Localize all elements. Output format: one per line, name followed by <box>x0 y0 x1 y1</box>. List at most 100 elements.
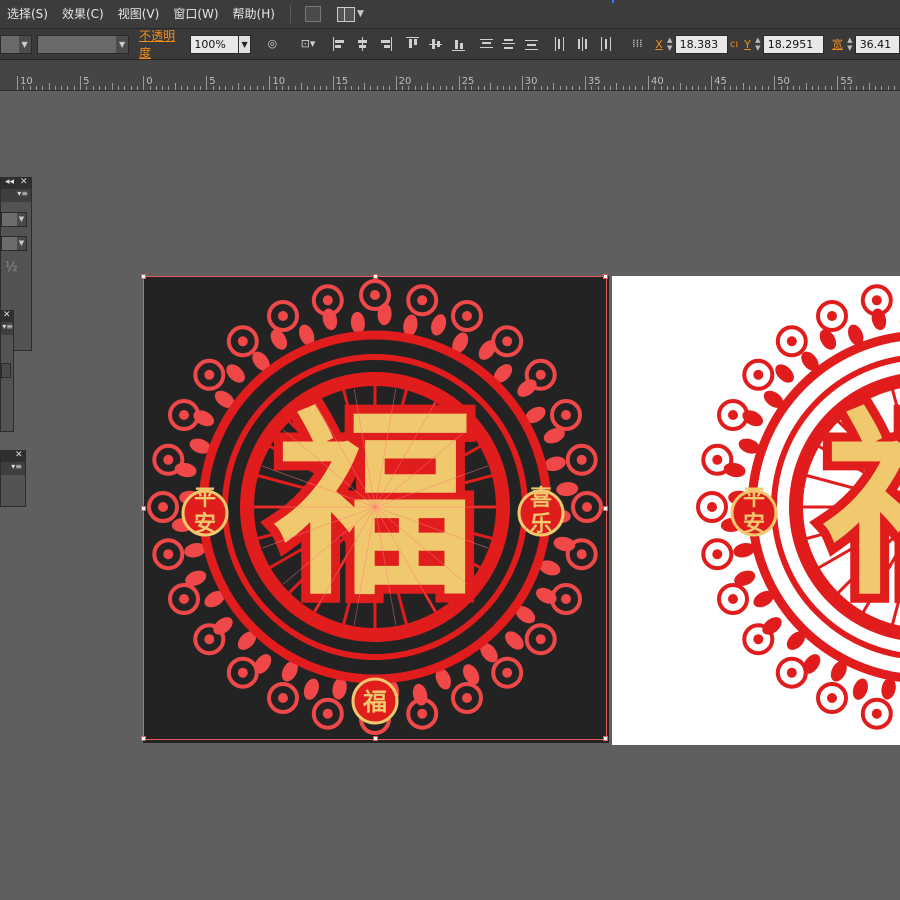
ruler-minor-tick <box>452 86 454 90</box>
ruler-minor-tick <box>629 86 631 90</box>
fill-swatch-dropdown[interactable]: ▼ <box>0 34 32 54</box>
ruler-minor-tick <box>742 83 744 90</box>
reference-point-icon[interactable]: ⁞⁞⁞ <box>630 37 644 51</box>
distribute-bottom-icon[interactable] <box>525 37 539 51</box>
ruler-minor-tick <box>591 86 593 90</box>
chevron-down-icon: ▼ <box>116 35 129 53</box>
x-input[interactable]: 18.383 <box>674 34 728 54</box>
align-left-icon[interactable] <box>332 37 346 51</box>
panel-2-field[interactable] <box>1 363 11 378</box>
ruler-major-tick <box>80 76 82 90</box>
x-label[interactable]: X <box>655 38 663 51</box>
close-icon[interactable]: ✕ <box>3 310 11 320</box>
ornament-dot <box>204 634 215 645</box>
ruler-minor-tick <box>660 86 662 90</box>
fu-artwork-selected[interactable]: 福福平安喜乐福 <box>143 276 609 743</box>
ruler-label: 10 <box>20 76 33 87</box>
ruler-minor-tick <box>61 86 63 90</box>
distribute-right-icon[interactable] <box>599 37 612 51</box>
ruler-minor-tick <box>509 86 511 90</box>
ruler-minor-tick <box>174 83 176 90</box>
ornament-dot <box>827 693 837 703</box>
style-dropdown[interactable]: ▼ <box>36 34 130 54</box>
ruler-minor-tick <box>86 86 88 90</box>
ruler-minor-tick <box>218 86 220 90</box>
ornament-dot <box>753 369 764 380</box>
panel-1-dropdown-a[interactable]: ▼ <box>1 212 27 227</box>
floral-petal <box>431 314 447 336</box>
panel-menu-icon[interactable]: ▾≡ <box>17 189 28 198</box>
ruler-minor-tick <box>849 86 851 90</box>
artboard-white[interactable]: 福福平安喜乐福 <box>612 276 900 745</box>
ornament-dot <box>728 594 738 604</box>
ornament-dot <box>576 454 587 465</box>
distribute-left-icon[interactable] <box>553 37 566 51</box>
menu-separator <box>289 5 291 23</box>
ruler-minor-tick <box>294 86 296 90</box>
ruler-minor-tick <box>868 83 870 90</box>
menu-select[interactable]: 选择(S) <box>0 0 55 28</box>
distribute-center-icon[interactable] <box>502 37 516 51</box>
ruler-minor-tick <box>793 86 795 90</box>
align-middle-icon[interactable] <box>429 37 443 51</box>
align-bottom-icon[interactable] <box>451 37 465 51</box>
ruler-minor-tick <box>730 86 732 90</box>
ruler-minor-tick <box>862 86 864 90</box>
ruler-major-tick <box>269 76 271 90</box>
ruler-minor-tick <box>338 86 340 90</box>
y-stepper[interactable]: ▲ ▼ <box>753 36 763 53</box>
distribute-top-icon[interactable] <box>479 37 493 51</box>
collapse-icon[interactable]: ◂◂ <box>5 177 14 187</box>
align-top-icon[interactable] <box>406 37 420 51</box>
align-to-selection-icon[interactable]: ⊡▾ <box>298 37 318 51</box>
ruler-minor-tick <box>843 86 845 90</box>
bridge-icon[interactable] <box>304 6 321 22</box>
ornament-dot <box>237 336 248 347</box>
panel-menu-icon[interactable]: ▾≡ <box>11 462 22 471</box>
align-right-icon[interactable] <box>379 37 392 51</box>
distribute-hcenter-icon[interactable] <box>576 37 589 51</box>
recolor-icon[interactable]: ◎ <box>265 37 279 51</box>
ruler-minor-tick <box>483 86 485 90</box>
x-stepper[interactable]: ▲ ▼ <box>665 36 675 53</box>
panel-1-dropdown-b[interactable]: ▼ <box>1 236 27 251</box>
ruler-minor-tick <box>326 86 328 90</box>
ruler-minor-tick <box>767 86 769 90</box>
ornament-dot <box>502 667 513 678</box>
ruler-minor-tick <box>414 86 416 90</box>
ruler-minor-tick <box>755 86 757 90</box>
y-label[interactable]: Y <box>744 38 751 51</box>
arrange-documents-button[interactable]: ▼ <box>336 6 364 22</box>
align-center-icon[interactable] <box>356 37 369 51</box>
panel-1-tabbar: ▾≡ <box>1 189 31 202</box>
menu-view[interactable]: 视图(V) <box>111 0 167 28</box>
width-label[interactable]: 宽 <box>832 36 843 52</box>
ruler-minor-tick <box>805 83 807 90</box>
menu-window[interactable]: 窗口(W) <box>166 0 225 28</box>
panel-3-header: ✕ <box>1 450 25 462</box>
artboard-dark[interactable]: 福福平安喜乐福 <box>143 276 609 743</box>
ornament-dot <box>582 502 592 512</box>
y-input[interactable]: 18.2951 <box>762 34 824 54</box>
opacity-input[interactable]: 100% <box>190 34 239 54</box>
ruler-minor-tick <box>824 86 826 90</box>
ruler-minor-tick <box>370 86 372 90</box>
panel-menu-icon[interactable]: ▾≡ <box>2 322 13 331</box>
menu-effect[interactable]: 效果(C) <box>55 0 111 28</box>
opacity-label[interactable]: 不透明度 <box>139 27 186 61</box>
panel-2-header: ✕ <box>1 310 13 322</box>
menu-help[interactable]: 帮助(H) <box>226 0 282 28</box>
width-input[interactable]: 36.41 <box>854 34 900 54</box>
ruler-label: 20 <box>398 76 412 87</box>
close-icon[interactable]: ✕ <box>20 177 28 187</box>
fu-artwork-preview[interactable]: 福福平安喜乐福 <box>612 276 900 745</box>
ruler-minor-tick <box>528 86 530 90</box>
ruler-minor-tick <box>351 86 353 90</box>
horizontal-ruler[interactable]: 10 5 0 5 10 15 20 25 30 35 40 45 50 55 <box>0 60 900 91</box>
ruler-label: 15 <box>335 76 349 87</box>
ruler-label: 40 <box>651 76 664 87</box>
ruler-minor-tick <box>578 86 580 90</box>
width-stepper[interactable]: ▲ ▼ <box>845 36 855 53</box>
chevron-down-icon[interactable]: ▼ <box>238 34 252 54</box>
close-icon[interactable]: ✕ <box>15 450 23 460</box>
